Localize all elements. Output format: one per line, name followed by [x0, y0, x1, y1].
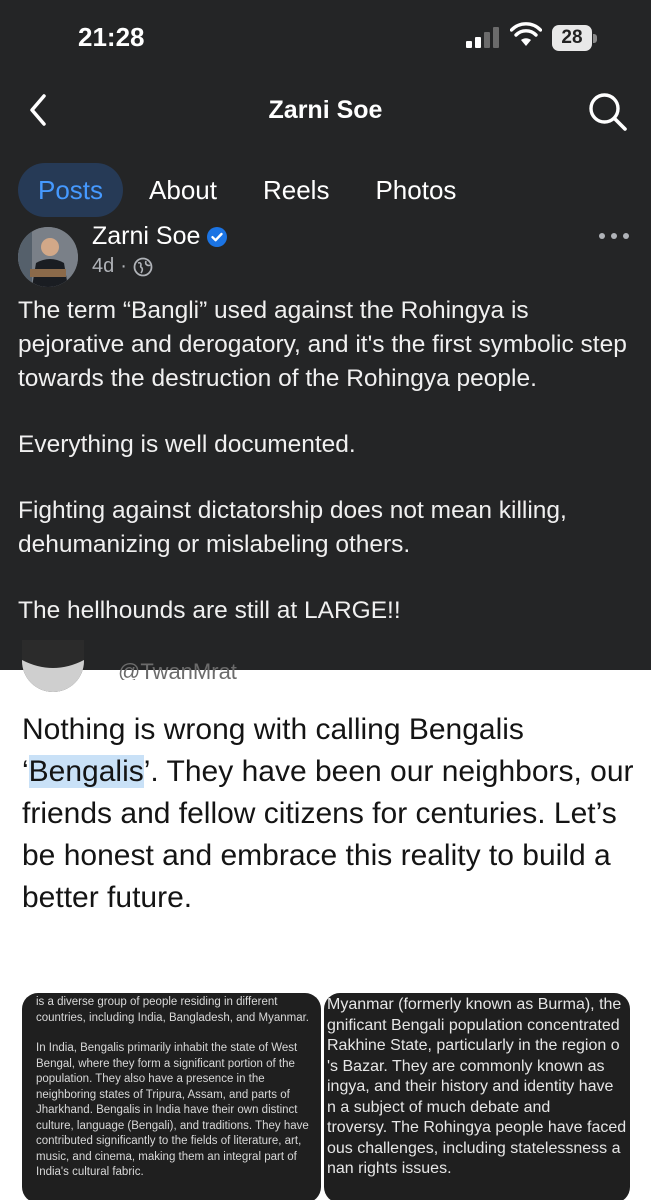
- page-title: Zarni Soe: [268, 96, 383, 124]
- post-meta: 4d ·: [92, 255, 153, 278]
- tab-photos[interactable]: Photos: [355, 163, 476, 217]
- post-time[interactable]: 4d: [92, 255, 114, 278]
- image-paragraph: In India, Bengalis primarily inhabit the…: [36, 1042, 309, 1178]
- image-paragraph: is a diverse group of people residing in…: [36, 996, 309, 1024]
- search-icon[interactable]: [586, 90, 630, 134]
- cellular-signal-icon: [466, 26, 502, 48]
- image-text: Myanmar (formerly known as Burma), the g…: [327, 995, 630, 1180]
- post-author[interactable]: Zarni Soe: [92, 222, 228, 251]
- author-avatar[interactable]: [18, 227, 78, 287]
- tab-posts[interactable]: Posts: [18, 163, 124, 217]
- tweet-text: Nothing is wrong with calling Bengalis ‘…: [22, 709, 637, 919]
- author-name[interactable]: Zarni Soe: [92, 222, 200, 251]
- image-line: 's Bazar. They are commonly known as: [327, 1057, 605, 1075]
- image-line: ous challenges, including statelessness …: [327, 1139, 621, 1157]
- image-line: Myanmar (formerly known as Burma), the: [327, 996, 622, 1013]
- battery-level: 28: [552, 25, 592, 51]
- more-options-icon[interactable]: [596, 228, 632, 244]
- image-text: is a diverse group of people residing in…: [36, 995, 316, 1196]
- tab-reels[interactable]: Reels: [243, 163, 349, 217]
- image-line: n a subject of much debate and: [327, 1098, 551, 1116]
- post-paragraph: Everything is well documented.: [18, 431, 356, 458]
- image-line: troversy. The Rohingya people have faced: [327, 1119, 627, 1136]
- attached-image-left[interactable]: is a diverse group of people residing in…: [22, 993, 321, 1200]
- wifi-icon: [510, 22, 542, 46]
- status-time: 21:28: [78, 22, 145, 52]
- post-paragraph: Fighting against dictatorship does not m…: [18, 497, 567, 558]
- tab-about[interactable]: About: [129, 163, 237, 217]
- post-body: The term “Bangli” used against the Rohin…: [18, 294, 638, 660]
- avatar-photo-icon: [18, 227, 78, 287]
- post-paragraph: The hellhounds are still at LARGE!!: [18, 597, 401, 624]
- post-paragraph: The term “Bangli” used against the Rohin…: [18, 297, 627, 392]
- highlighted-word: Bengalis: [28, 755, 144, 788]
- profile-tabs: Posts About Reels Photos: [18, 163, 482, 217]
- tweet-handle: @TwanMrat: [118, 659, 237, 680]
- image-line: ingya, and their history and identity ha…: [327, 1078, 614, 1095]
- tweet-author-avatar: [22, 640, 84, 692]
- image-line: gnificant Bengali population concentrate…: [327, 1016, 620, 1034]
- meta-separator: ·: [120, 255, 127, 277]
- image-line: Rakhine State, particularly in the regio…: [327, 1037, 620, 1054]
- verified-badge-icon: [207, 226, 228, 247]
- image-line: nan rights issues.: [327, 1160, 452, 1177]
- battery-icon: 28: [552, 25, 598, 51]
- attached-image-right[interactable]: Myanmar (formerly known as Burma), the g…: [324, 993, 630, 1200]
- globe-icon: [133, 257, 153, 276]
